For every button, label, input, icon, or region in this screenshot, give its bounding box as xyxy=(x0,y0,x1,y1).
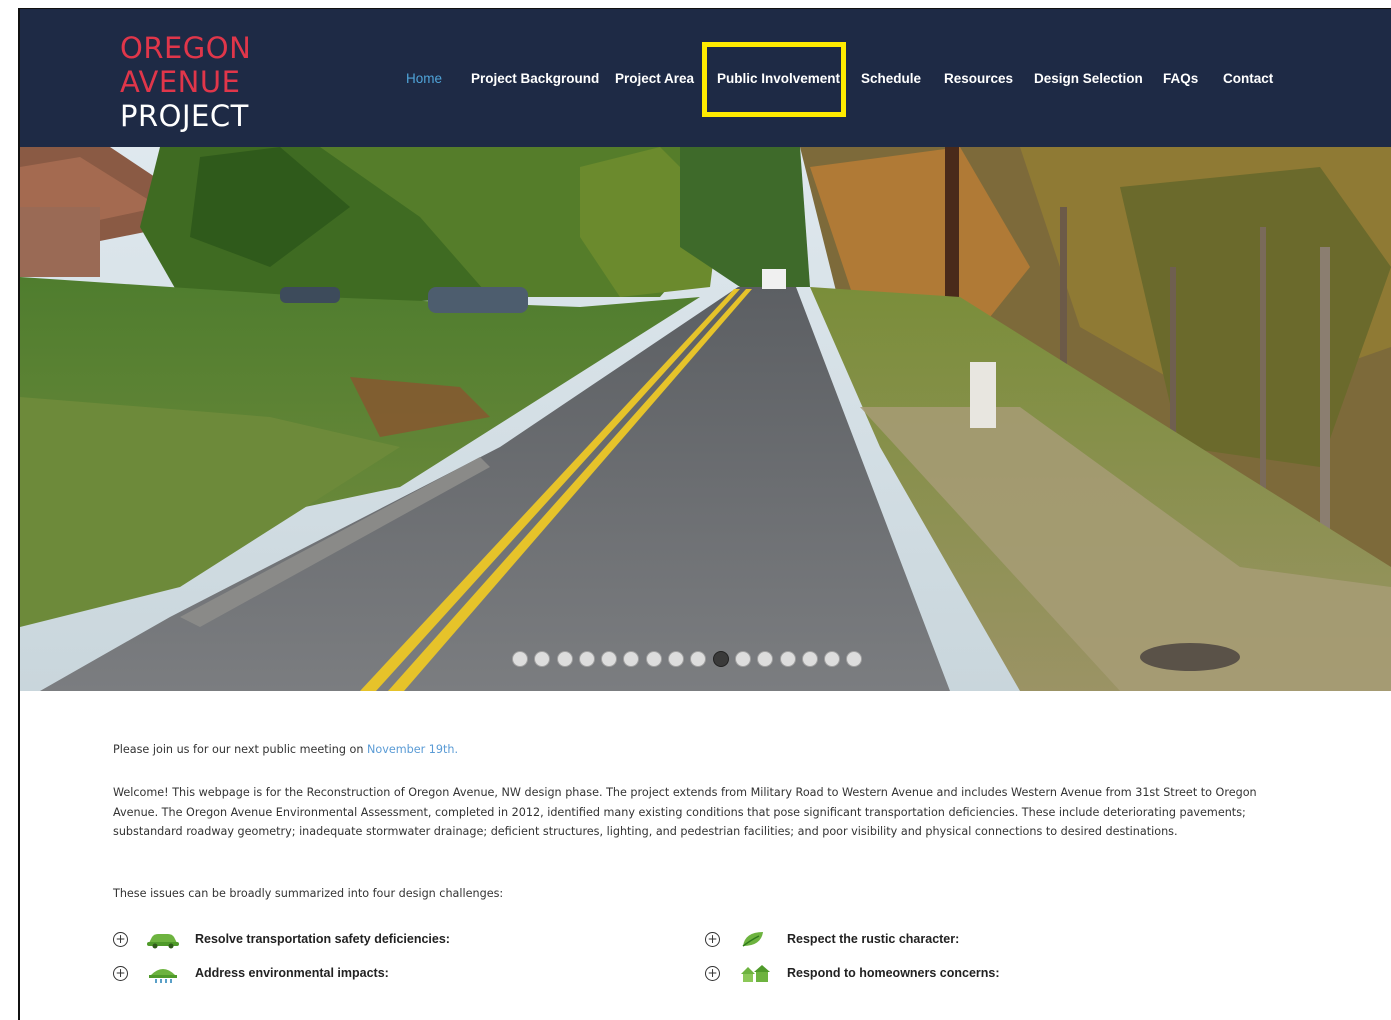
nav-resources[interactable]: Resources xyxy=(944,65,1013,93)
slider-dot[interactable] xyxy=(712,651,729,667)
expand-plus-icon[interactable]: + xyxy=(705,931,720,947)
logo-line-project: PROJECT xyxy=(120,99,249,133)
slider-dot[interactable] xyxy=(801,651,818,667)
slider-dot[interactable] xyxy=(824,651,841,667)
meeting-notice: Please join us for our next public meeti… xyxy=(113,740,458,760)
site-logo[interactable]: OREGON AVENUE PROJECT xyxy=(120,31,251,133)
challenge-safety[interactable]: + Resolve transportation safety deficien… xyxy=(113,927,450,951)
challenge-label: Resolve transportation safety deficienci… xyxy=(195,932,450,946)
slider-dot[interactable] xyxy=(601,651,618,667)
slider-pagination xyxy=(512,651,863,667)
meeting-date-link[interactable]: November 19th. xyxy=(367,743,458,756)
expand-plus-icon[interactable]: + xyxy=(705,965,720,981)
challenges-intro: These issues can be broadly summarized i… xyxy=(113,887,504,900)
houses-icon xyxy=(741,965,770,982)
window-border-top xyxy=(18,8,1391,9)
slider-dot[interactable] xyxy=(534,651,551,667)
slider-dot[interactable] xyxy=(645,651,662,667)
drainage-icon xyxy=(149,969,177,983)
car-icon xyxy=(147,934,179,949)
challenge-rustic[interactable]: + Respect the rustic character: xyxy=(705,927,959,951)
expand-plus-icon[interactable]: + xyxy=(113,965,128,981)
nav-design-selection[interactable]: Design Selection xyxy=(1034,65,1143,93)
meeting-notice-text: Please join us for our next public meeti… xyxy=(113,743,368,756)
slider-dot[interactable] xyxy=(757,651,774,667)
slider-dot[interactable] xyxy=(690,651,707,667)
slider-dot[interactable] xyxy=(623,651,640,667)
slider-dot[interactable] xyxy=(779,651,796,667)
hero-photo-road xyxy=(20,147,1391,691)
slider-dot[interactable] xyxy=(846,651,863,667)
public-involvement-highlight xyxy=(702,42,846,117)
nav-schedule[interactable]: Schedule xyxy=(861,65,921,93)
slider-dot[interactable] xyxy=(668,651,685,667)
logo-line-avenue: AVENUE xyxy=(120,65,241,99)
nav-home[interactable]: Home xyxy=(406,65,442,93)
leaf-icon xyxy=(742,932,763,947)
nav-faqs[interactable]: FAQs xyxy=(1163,65,1198,93)
challenge-environment[interactable]: + Address environmental impacts: xyxy=(113,961,389,985)
site-header: OREGON AVENUE PROJECT Home Project Backg… xyxy=(20,9,1391,147)
nav-project-background[interactable]: Project Background xyxy=(471,65,599,93)
slider-dot[interactable] xyxy=(578,651,595,667)
challenge-label: Respond to homeowners concerns: xyxy=(787,966,1000,980)
welcome-paragraph: Welcome! This webpage is for the Reconst… xyxy=(113,786,1257,838)
slider-dot[interactable] xyxy=(512,651,528,667)
window-border-left xyxy=(18,8,20,1020)
nav-project-area[interactable]: Project Area xyxy=(615,65,694,93)
nav-contact[interactable]: Contact xyxy=(1223,65,1273,93)
challenge-label: Respect the rustic character: xyxy=(787,932,960,946)
slider-dot[interactable] xyxy=(556,651,573,667)
expand-plus-icon[interactable]: + xyxy=(113,931,128,947)
logo-line-oregon: OREGON xyxy=(120,31,252,65)
challenge-homeowners[interactable]: + Respond to homeowners concerns: xyxy=(705,961,1000,985)
challenge-label: Address environmental impacts: xyxy=(195,966,389,980)
hero-slider xyxy=(20,147,1391,691)
slider-dot[interactable] xyxy=(734,651,751,667)
